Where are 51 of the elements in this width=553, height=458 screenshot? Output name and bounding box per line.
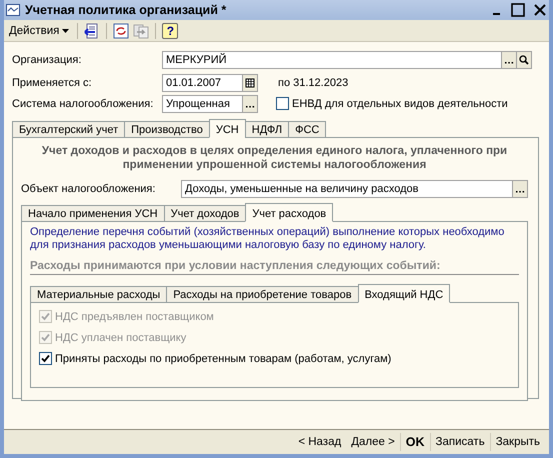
checkmark-icon [41,354,50,363]
input-field[interactable]: 01.01.2007 [162,74,258,92]
checkbox-label: НДС уплачен поставщику [55,332,186,344]
field-label: Объект налогообложения: [21,182,156,194]
close-button[interactable]: Закрыть [490,436,545,448]
input-field[interactable]: Упрощенная [162,94,258,112]
tab[interactable]: Бухгалтерский учет [12,121,126,138]
input-field[interactable]: Доходы, уменьшенные на величину расходов [181,180,528,198]
help-button[interactable]: ? [162,22,178,38]
tab[interactable]: Начало применения УСН [21,205,165,222]
back-button[interactable]: < Назад [293,436,346,448]
description-text: Определение перечня событий (хозяйственных операций) выполнение которых необходимо для признания расходов уменьшающими налоговую базу по единому налогу. [30,226,506,252]
ok-button[interactable]: OK [400,435,430,449]
ellipsis-icon[interactable] [512,180,528,198]
section-heading: Учет доходов и расходов в целях определения единого налога, уплаченного при применении упрошенной системы налогообложения [40,144,508,172]
checkbox[interactable] [39,352,52,365]
tab[interactable]: Материальные расходы [30,286,168,303]
tab[interactable]: Расходы на приобретение товаров [166,286,359,303]
window-title: Учетная политика организаций * [25,3,228,17]
tab[interactable]: УСН [208,119,246,138]
tab[interactable]: ФСС [288,121,326,138]
search-icon[interactable] [516,51,532,69]
tab[interactable]: Учет доходов [164,205,246,222]
calendar-icon[interactable] [242,74,258,92]
close-icon[interactable] [533,3,547,17]
checkbox-label: ЕНВД для отдельных видов деятельности [292,98,508,110]
actions-menu[interactable]: Действия [7,21,72,40]
checkbox[interactable] [276,97,289,110]
next-button[interactable]: Далее > [346,436,400,448]
section-title: Расходы принимаются при условии наступления следующих событий: [30,260,519,275]
window-icon [6,4,20,16]
tab[interactable]: НДФЛ [244,121,290,138]
tab[interactable]: Учет расходов [245,203,334,222]
field-label: Система налогообложения: [12,98,154,110]
caret-icon [62,28,70,32]
ellipsis-icon[interactable] [242,94,258,112]
date-range-text: по 31.12.2023 [278,76,348,88]
maximize-icon[interactable] [511,3,525,17]
checkmark-icon [41,333,50,342]
refresh-icon[interactable] [113,22,130,38]
save-button[interactable]: Записать [430,436,490,448]
tab[interactable]: Входящий НДС [358,284,450,303]
tab[interactable]: Производство [124,121,210,138]
field-label: Организация: [12,54,82,66]
checkbox-label: НДС предъявлен поставщиком [55,310,214,322]
field-label: Применяется с: [12,76,93,88]
ellipsis-icon[interactable] [501,51,517,69]
import-icon[interactable] [84,22,100,38]
checkmark-icon [41,312,50,321]
checkbox-label: Приняты расходы по приобретенным товарам (работам, услугам) [55,352,392,364]
input-field[interactable]: МЕРКУРИЙ [162,51,532,69]
